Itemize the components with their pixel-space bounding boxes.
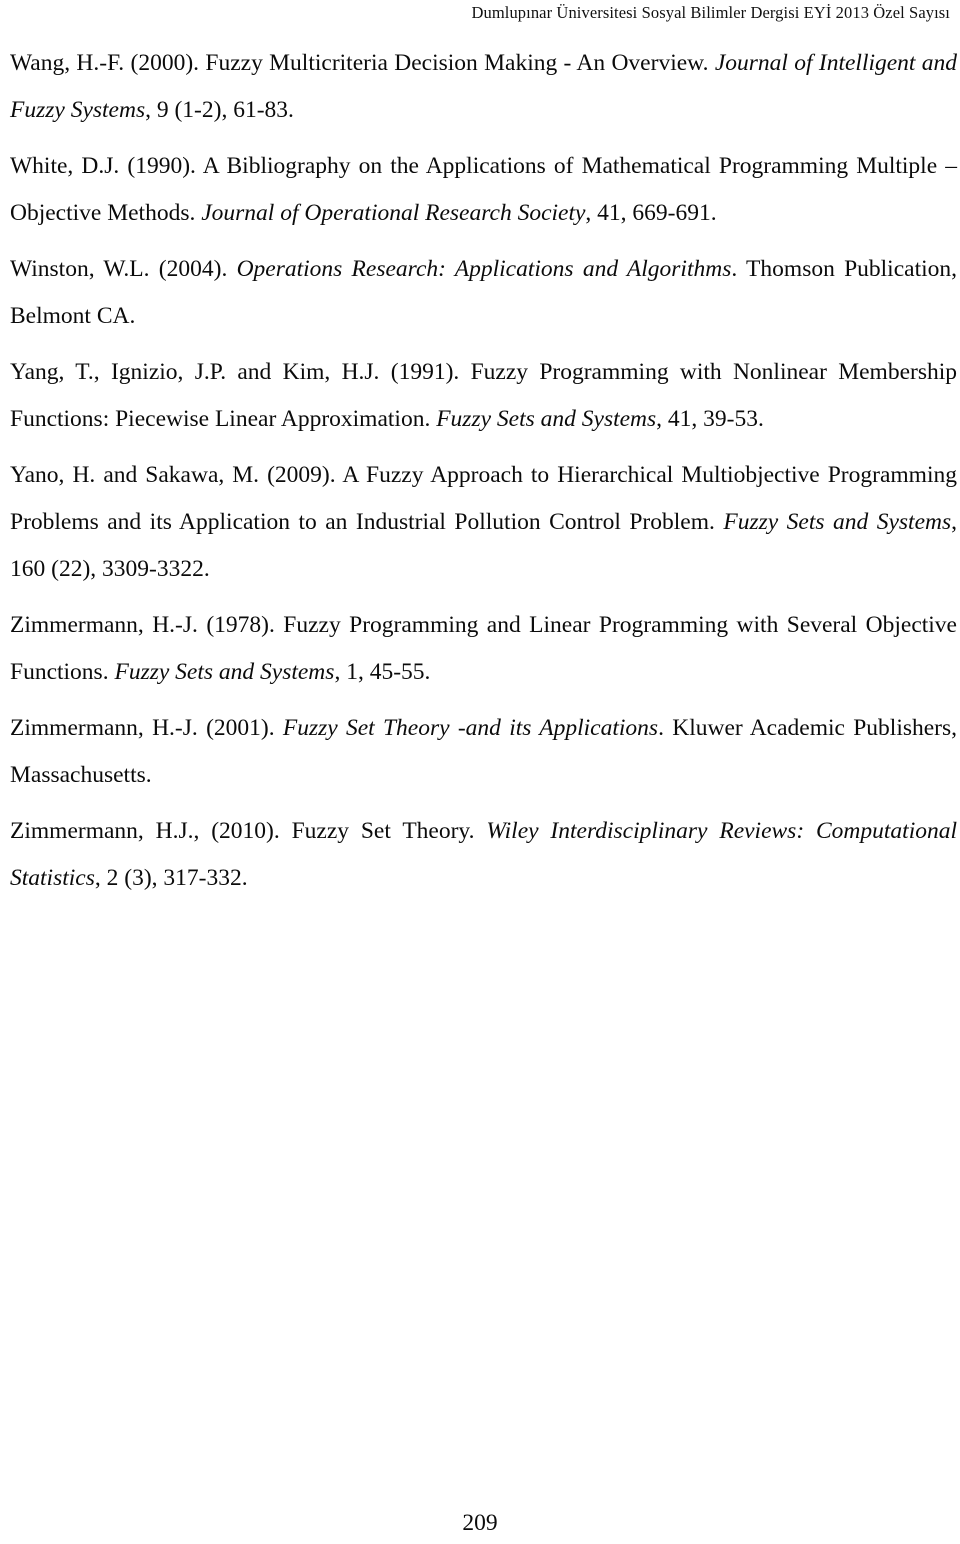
reference-author: Winston, W.L.	[10, 256, 150, 282]
reference-locator: , 41, 39-53.	[656, 406, 764, 432]
reference-year: (2004)	[158, 256, 222, 282]
reference-year: (1991)	[390, 359, 454, 385]
reference-locator: , 9 (1-2), 61-83.	[145, 97, 294, 123]
reference-entry-wang-2000: Wang, H.-F. (2000). Fuzzy Multicriteria …	[10, 50, 958, 123]
reference-locator: , 41, 669-691.	[585, 200, 717, 226]
reference-locator: , 1, 45-55.	[334, 659, 431, 685]
reference-year: (2010)	[211, 818, 274, 844]
reference-entry-yang-1991: Yang, T., Ignizio, J.P. and Kim, H.J. (1…	[10, 359, 958, 432]
running-head: Dumlupınar Üniversitesi Sosyal Bilimler …	[471, 3, 950, 22]
reference-author: White, D.J.	[10, 153, 120, 179]
reference-source: Journal of Operational Research Society	[201, 200, 586, 226]
reference-author: Zimmermann, H.J.,	[10, 818, 200, 844]
reference-entry-winston-2004: Winston, W.L. (2004). Operations Researc…	[10, 256, 958, 329]
reference-year: (2000)	[130, 50, 194, 76]
reference-year: (2009)	[267, 462, 330, 488]
reference-entry-zimmermann-2001: Zimmermann, H.-J. (2001). Fuzzy Set Theo…	[10, 715, 958, 788]
reference-year: (1990)	[127, 153, 191, 179]
reference-author: Wang, H.-F.	[10, 50, 125, 76]
reference-author: Zimmermann, H.-J.	[10, 612, 198, 638]
reference-title: Fuzzy Set Theory.	[291, 818, 475, 844]
reference-entry-white-1990: White, D.J. (1990). A Bibliography on th…	[10, 153, 957, 226]
reference-author: Yang, T., Ignizio, J.P. and Kim, H.J.	[10, 359, 380, 385]
reference-list: Wang, H.-F. (2000). Fuzzy Multicriteria …	[10, 40, 957, 902]
reference-source: Operations Research: Applications and Al…	[236, 256, 732, 282]
reference-entry-zimmermann-2010: Zimmermann, H.J., (2010). Fuzzy Set Theo…	[10, 818, 958, 891]
reference-year: (2001)	[206, 715, 269, 741]
reference-year: (1978)	[206, 612, 269, 638]
reference-source: Fuzzy Set Theory -and its Applications	[282, 715, 659, 741]
page-number: 209	[462, 1510, 498, 1536]
reference-entry-zimmermann-1978: Zimmermann, H.-J. (1978). Fuzzy Programm…	[10, 612, 957, 685]
reference-source: Fuzzy Sets and Systems	[436, 406, 657, 432]
reference-locator: , 2 (3), 317-332.	[94, 865, 248, 891]
reference-author: Zimmermann, H.-J.	[10, 715, 198, 741]
reference-author: Yano, H. and Sakawa, M.	[10, 462, 260, 488]
reference-entry-yano-sakawa-2009: Yano, H. and Sakawa, M. (2009). A Fuzzy …	[10, 462, 957, 582]
reference-source: Fuzzy Sets and Systems	[723, 509, 952, 535]
document-page: Dumlupınar Üniversitesi Sosyal Bilimler …	[0, 0, 960, 1544]
reference-source: Fuzzy Sets and Systems	[114, 659, 335, 685]
reference-title: Fuzzy Multicriteria Decision Making - An…	[205, 50, 709, 76]
